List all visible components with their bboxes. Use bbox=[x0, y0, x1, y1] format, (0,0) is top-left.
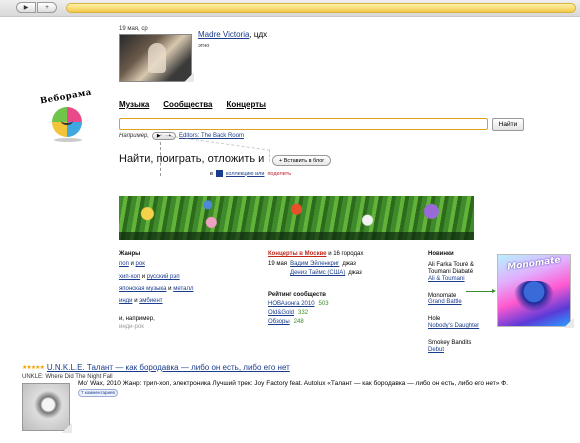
search-button[interactable]: Найти bbox=[492, 118, 524, 131]
genre-example-label: и, например, bbox=[119, 316, 155, 322]
genre-link[interactable]: русский рэп bbox=[147, 274, 180, 280]
release-item: Monomate Grand Battle bbox=[428, 293, 498, 307]
player-progress-track[interactable] bbox=[66, 3, 576, 13]
genre-link[interactable]: рок bbox=[136, 261, 145, 267]
rating-row: Обзоры 248 bbox=[268, 319, 418, 325]
concerts-city-link[interactable]: Концерты в Москве bbox=[268, 251, 327, 257]
community-count: 503 bbox=[318, 301, 329, 307]
concerts-header: Концерты в Москве и 16 городах bbox=[268, 251, 418, 257]
genres-header: Жанры bbox=[119, 251, 141, 257]
genre-sep: и bbox=[140, 274, 147, 280]
featured-artist: Madre Victoria, цдх bbox=[198, 30, 267, 39]
concerts-cities-text: и 16 городах bbox=[326, 251, 364, 257]
player-bar: ▶ + bbox=[0, 0, 580, 17]
page-curl bbox=[564, 318, 574, 328]
rating-row: НОВАзонга 2010 503 bbox=[268, 301, 418, 307]
featured-genre: этно bbox=[198, 43, 210, 49]
featured-venue: , цдх bbox=[249, 30, 268, 39]
genre-row: хип-хоп и русский рэп bbox=[119, 274, 249, 280]
genre-link[interactable]: металл bbox=[173, 286, 193, 292]
community-count: 332 bbox=[298, 310, 309, 316]
genres-block: Жанры поп и рок хип-хоп и русский рэп яп… bbox=[119, 251, 249, 330]
release-album-link[interactable]: Debut bbox=[428, 347, 444, 353]
genre-link[interactable]: эмбиент bbox=[139, 298, 162, 304]
album-cover[interactable]: Monomate bbox=[497, 254, 571, 327]
review-description: Mo' Wax, 2010 Жанр: трип-хоп, электроник… bbox=[78, 380, 508, 398]
rating-stars-icon: ★★★★★ bbox=[22, 365, 45, 371]
collection-link[interactable]: коллекцию или bbox=[226, 171, 265, 177]
genre-link[interactable]: инди bbox=[119, 298, 133, 304]
tab-communities[interactable]: Сообщества bbox=[163, 100, 212, 109]
concerts-block: Концерты в Москве и 16 городах 19 мая Ва… bbox=[268, 251, 418, 325]
genre-row: поп и рок bbox=[119, 261, 249, 267]
event-genre: джаз bbox=[342, 261, 356, 267]
genre-link[interactable]: японская музыка bbox=[119, 286, 167, 292]
blog-button[interactable]: + Вставить в блог bbox=[272, 155, 332, 166]
community-link[interactable]: Обзоры bbox=[268, 319, 290, 325]
logo-text: Веборама bbox=[39, 87, 93, 107]
release-artist: Smokey Bandits bbox=[428, 340, 472, 347]
comments-badge[interactable]: 7 комментариев bbox=[78, 388, 118, 397]
community-link[interactable]: Old&Gold bbox=[268, 310, 294, 316]
arrow-right-icon bbox=[466, 289, 496, 293]
genre-link[interactable]: поп bbox=[119, 261, 129, 267]
page-curl bbox=[184, 72, 194, 82]
new-releases-block: Новинки Ali Farka Touré & Toumani Diabat… bbox=[428, 251, 498, 354]
main-tabs: Музыка Сообщества Концерты bbox=[119, 100, 266, 109]
tab-concerts[interactable]: Концерты bbox=[227, 100, 267, 109]
concert-event: Дениз Таймс (США) джаз bbox=[268, 270, 418, 276]
release-album-link[interactable]: Grand Battle bbox=[428, 299, 462, 305]
release-artist: Ali Farka Touré & Toumani Diabaté bbox=[428, 261, 474, 275]
event-artist[interactable]: Вадим Эйленкриг bbox=[290, 261, 339, 267]
featured-artist-link[interactable]: Madre Victoria bbox=[198, 30, 249, 39]
play-button[interactable]: ▶ bbox=[16, 2, 36, 13]
rating-row: Old&Gold 332 bbox=[268, 310, 418, 316]
search-input[interactable] bbox=[119, 118, 488, 130]
slogan: Найти, поиграть, отложить и bbox=[119, 153, 265, 165]
release-artist: Hole bbox=[428, 316, 441, 323]
release-item: Smokey Bandits Debut bbox=[428, 340, 498, 354]
logo-ball-icon bbox=[52, 107, 82, 137]
community-link[interactable]: НОВАзонга 2010 bbox=[268, 301, 315, 307]
page-curl bbox=[62, 423, 72, 433]
share-link[interactable]: поделить bbox=[267, 171, 291, 177]
collection-icon[interactable] bbox=[215, 170, 223, 177]
genre-row: инди и эмбиент bbox=[119, 298, 249, 304]
release-item: Ali Farka Touré & Toumani Diabaté Ali & … bbox=[428, 262, 498, 283]
genre-row: японская музыка и металл bbox=[119, 286, 249, 292]
event-genre: джаз bbox=[348, 270, 362, 276]
collection-line: в коллекцию или поделить bbox=[210, 170, 291, 177]
community-count: 248 bbox=[293, 319, 304, 325]
logo-shadow bbox=[54, 138, 82, 142]
release-artist: Monomate bbox=[428, 292, 457, 299]
release-album-link[interactable]: Nobody's Daughter bbox=[428, 323, 479, 329]
cover-title: Monomate bbox=[506, 255, 562, 273]
tab-music[interactable]: Музыка bbox=[119, 100, 149, 109]
review-text: Mo' Wax, 2010 Жанр: трип-хоп, электроник… bbox=[78, 380, 508, 387]
genre-sep: и bbox=[128, 261, 136, 267]
genre-link[interactable]: хип-хоп bbox=[119, 274, 140, 280]
rating-header: Рейтинг сообществ bbox=[268, 292, 326, 298]
release-item: Hole Nobody's Daughter bbox=[428, 316, 498, 330]
featured-photo[interactable] bbox=[119, 34, 192, 82]
event-date: 19 мая bbox=[268, 261, 288, 267]
add-button[interactable]: + bbox=[37, 2, 57, 13]
release-album-link[interactable]: Ali & Toumani bbox=[428, 276, 465, 282]
flowers-banner[interactable] bbox=[119, 196, 474, 240]
site-logo[interactable]: Веборама bbox=[38, 88, 94, 148]
review-header: ★★★★★ U.N.K.L.E. Талант — как бородавка … bbox=[22, 363, 290, 372]
new-releases-header: Новинки bbox=[428, 251, 454, 257]
collection-prefix: в bbox=[210, 170, 213, 177]
featured-date: 19 мая, ср bbox=[119, 26, 148, 32]
event-artist[interactable]: Дениз Таймс (США) bbox=[290, 270, 345, 276]
genre-example-value[interactable]: инди-рок bbox=[119, 324, 249, 330]
concert-event: 19 мая Вадим Эйленкриг джаз bbox=[268, 261, 418, 267]
review-title-link[interactable]: U.N.K.L.E. Талант — как бородавка — либо… bbox=[47, 363, 290, 372]
example-label: Например, bbox=[119, 133, 150, 139]
